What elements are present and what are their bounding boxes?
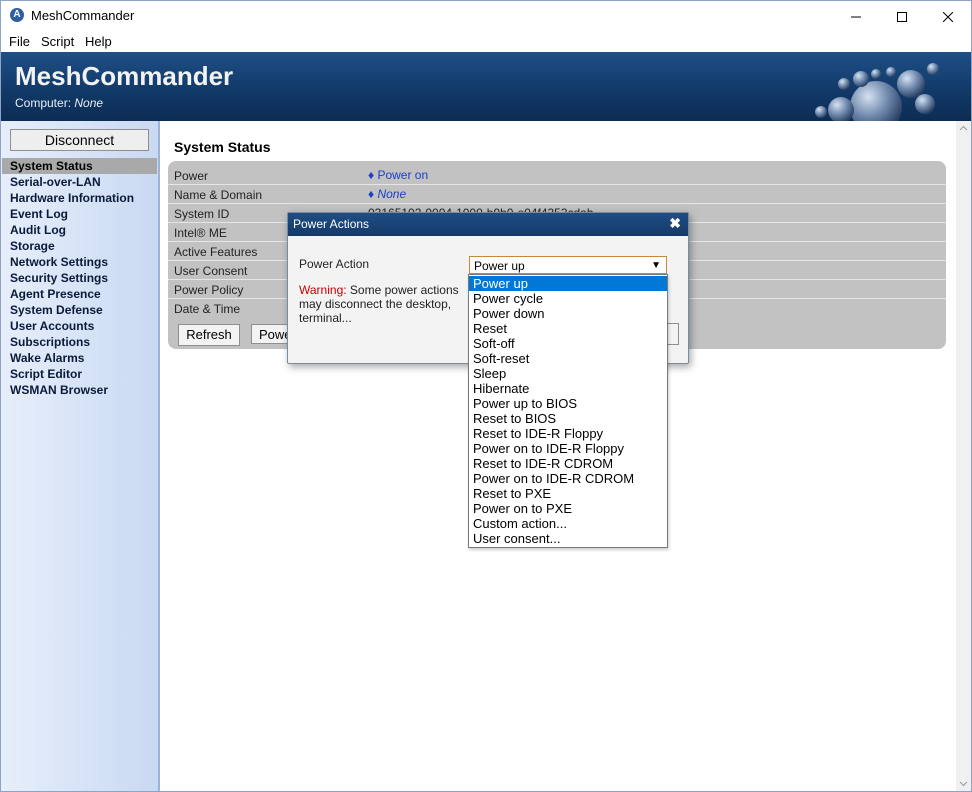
option-reset-to-bios[interactable]: Reset to BIOS xyxy=(469,411,667,426)
name-domain-link[interactable]: ♦ None xyxy=(368,187,406,201)
power-action-dropdown: Power up Power cycle Power down Reset So… xyxy=(468,274,668,548)
row-label: System ID xyxy=(174,207,230,221)
sidebar: Disconnect System Status Serial-over-LAN… xyxy=(1,121,160,791)
menu-help[interactable]: Help xyxy=(85,34,112,49)
sidebar-item-system-status[interactable]: System Status xyxy=(2,158,157,174)
power-action-select[interactable]: Power up ▼ xyxy=(469,256,667,274)
minimize-button[interactable] xyxy=(833,1,879,32)
sidebar-item-script-editor[interactable]: Script Editor xyxy=(2,366,157,382)
minimize-icon xyxy=(851,16,861,17)
row-label: Power xyxy=(174,169,209,183)
option-power-up-to-bios[interactable]: Power up to BIOS xyxy=(469,396,667,411)
disconnect-button[interactable]: Disconnect xyxy=(10,129,149,151)
title-bar[interactable]: A MeshCommander xyxy=(1,1,971,32)
sidebar-item-serial-over-lan[interactable]: Serial-over-LAN xyxy=(2,174,157,190)
option-sleep[interactable]: Sleep xyxy=(469,366,667,381)
computer-value: None xyxy=(74,96,104,110)
warning-text: Warning: Some power actions may disconne… xyxy=(299,283,469,325)
option-reset[interactable]: Reset xyxy=(469,321,667,336)
row-label: Active Features xyxy=(174,245,258,259)
option-power-on-to-pxe[interactable]: Power on to PXE xyxy=(469,501,667,516)
row-label: Name & Domain xyxy=(174,188,263,202)
app-window: A MeshCommander File Script Help MeshCom… xyxy=(0,0,972,792)
page-title: System Status xyxy=(174,139,271,155)
option-power-up[interactable]: Power up xyxy=(469,276,667,291)
banner-title: MeshCommander xyxy=(15,61,234,91)
close-button[interactable] xyxy=(925,1,971,32)
option-power-cycle[interactable]: Power cycle xyxy=(469,291,667,306)
power-action-label: Power Action xyxy=(299,257,370,271)
option-reset-to-ide-r-floppy[interactable]: Reset to IDE-R Floppy xyxy=(469,426,667,441)
computer-label: Computer: xyxy=(15,96,72,110)
app-icon: A xyxy=(10,8,24,22)
row-label: Intel® ME xyxy=(174,226,227,240)
chevron-down-icon: ▼ xyxy=(651,260,661,271)
row-label: Power Policy xyxy=(174,283,244,297)
option-soft-off[interactable]: Soft-off xyxy=(469,336,667,351)
option-power-on-to-ide-r-cdrom[interactable]: Power on to IDE-R CDROM xyxy=(469,471,667,486)
option-power-on-to-ide-r-floppy[interactable]: Power on to IDE-R Floppy xyxy=(469,441,667,456)
sidebar-item-event-log[interactable]: Event Log xyxy=(2,206,157,222)
sidebar-item-subscriptions[interactable]: Subscriptions xyxy=(2,334,157,350)
sidebar-item-storage[interactable]: Storage xyxy=(2,238,157,254)
dialog-title-bar[interactable]: Power Actions ✖ xyxy=(288,213,688,236)
option-user-consent[interactable]: User consent... xyxy=(469,531,667,546)
option-reset-to-pxe[interactable]: Reset to PXE xyxy=(469,486,667,501)
sidebar-item-network-settings[interactable]: Network Settings xyxy=(2,254,157,270)
row-label: Date & Time xyxy=(174,302,241,316)
maximize-icon xyxy=(897,11,907,22)
vertical-scrollbar[interactable] xyxy=(956,121,971,791)
header-banner: MeshCommander Computer: None xyxy=(1,52,971,121)
selected-value: Power up xyxy=(474,259,525,273)
status-row-power: Power ♦ Power on xyxy=(168,166,946,185)
sidebar-item-wsman-browser[interactable]: WSMAN Browser xyxy=(2,382,157,398)
status-row-name-domain: Name & Domain ♦ None xyxy=(168,185,946,204)
option-hibernate[interactable]: Hibernate xyxy=(469,381,667,396)
warning-prefix: Warning: xyxy=(299,283,347,297)
sidebar-item-security-settings[interactable]: Security Settings xyxy=(2,270,157,286)
refresh-button[interactable]: Refresh xyxy=(178,324,240,346)
sidebar-item-system-defense[interactable]: System Defense xyxy=(2,302,157,318)
sidebar-item-agent-presence[interactable]: Agent Presence xyxy=(2,286,157,302)
menu-file[interactable]: File xyxy=(9,34,30,49)
computer-status: Computer: None xyxy=(15,96,103,110)
option-custom-action[interactable]: Custom action... xyxy=(469,516,667,531)
close-icon xyxy=(943,11,953,22)
sidebar-item-wake-alarms[interactable]: Wake Alarms xyxy=(2,350,157,366)
menu-script[interactable]: Script xyxy=(41,34,74,49)
menu-bar: File Script Help xyxy=(1,32,971,52)
scroll-down-icon[interactable] xyxy=(956,776,971,791)
scroll-up-icon[interactable] xyxy=(956,121,971,136)
power-state-link[interactable]: ♦ Power on xyxy=(368,168,428,182)
window-title: MeshCommander xyxy=(31,8,135,23)
dialog-title: Power Actions xyxy=(293,217,370,231)
option-reset-to-ide-r-cdrom[interactable]: Reset to IDE-R CDROM xyxy=(469,456,667,471)
bubbles-logo-icon xyxy=(815,63,939,121)
dialog-close-icon[interactable]: ✖ xyxy=(669,215,681,232)
row-label: User Consent xyxy=(174,264,248,278)
sidebar-item-user-accounts[interactable]: User Accounts xyxy=(2,318,157,334)
option-soft-reset[interactable]: Soft-reset xyxy=(469,351,667,366)
maximize-button[interactable] xyxy=(879,1,925,32)
sidebar-item-hardware-information[interactable]: Hardware Information xyxy=(2,190,157,206)
sidebar-item-audit-log[interactable]: Audit Log xyxy=(2,222,157,238)
option-power-down[interactable]: Power down xyxy=(469,306,667,321)
